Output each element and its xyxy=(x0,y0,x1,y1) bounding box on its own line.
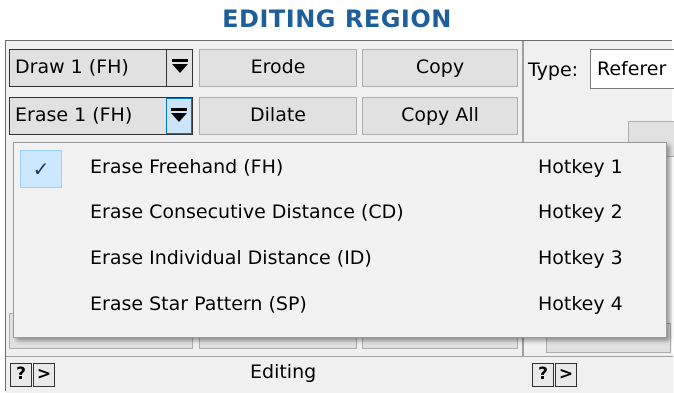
status-bar: ? > Editing ? > xyxy=(6,356,673,393)
menu-item-erase-freehand[interactable]: ✓ Erase Freehand (FH) Hotkey 1 xyxy=(14,148,666,190)
section-title: EDITING REGION xyxy=(222,5,452,33)
menu-item-hotkey: Hotkey 3 xyxy=(538,247,623,269)
help-button[interactable]: ? xyxy=(10,363,32,387)
menu-item-label: Erase Star Pattern (SP) xyxy=(90,293,307,315)
copy-all-button[interactable]: Copy All xyxy=(362,97,518,135)
menu-item-label: Erase Consecutive Distance (CD) xyxy=(90,201,404,223)
dropdown-bar-icon xyxy=(172,59,188,62)
erase-mode-dropdown[interactable]: Erase 1 (FH) xyxy=(9,97,193,135)
help-button-right[interactable]: ? xyxy=(532,363,554,387)
dilate-button[interactable]: Dilate xyxy=(199,97,357,135)
draw-dropdown-toggle[interactable] xyxy=(166,50,192,86)
erase-mode-label: Erase 1 (FH) xyxy=(15,104,133,126)
menu-item-label: Erase Freehand (FH) xyxy=(90,156,284,178)
erase-dropdown-toggle[interactable] xyxy=(166,98,192,134)
chevron-down-icon xyxy=(171,113,187,122)
menu-item-erase-consecutive-distance[interactable]: Erase Consecutive Distance (CD) Hotkey 2 xyxy=(14,193,666,235)
menu-item-label: Erase Individual Distance (ID) xyxy=(90,247,372,269)
copy-button[interactable]: Copy xyxy=(362,49,518,87)
dropdown-bar-icon xyxy=(171,108,187,111)
expand-button-right[interactable]: > xyxy=(555,363,577,387)
menu-item-hotkey: Hotkey 2 xyxy=(538,201,623,223)
chevron-down-icon xyxy=(172,64,188,73)
menu-item-erase-individual-distance[interactable]: Erase Individual Distance (ID) Hotkey 3 xyxy=(14,239,666,281)
menu-item-hotkey: Hotkey 4 xyxy=(538,293,623,315)
menu-item-erase-star-pattern[interactable]: Erase Star Pattern (SP) Hotkey 4 xyxy=(14,285,666,327)
type-label: Type: xyxy=(528,59,579,81)
erode-button[interactable]: Erode xyxy=(199,49,357,87)
erase-mode-menu: ✓ Erase Freehand (FH) Hotkey 1 Erase Con… xyxy=(13,142,667,338)
check-icon: ✓ xyxy=(20,150,62,188)
draw-mode-dropdown[interactable]: Draw 1 (FH) xyxy=(9,49,193,87)
menu-item-hotkey: Hotkey 1 xyxy=(538,156,623,178)
status-section-label: Editing xyxy=(250,361,317,383)
type-field[interactable]: Referer xyxy=(590,49,674,89)
draw-mode-label: Draw 1 (FH) xyxy=(15,56,129,78)
expand-button[interactable]: > xyxy=(33,363,55,387)
